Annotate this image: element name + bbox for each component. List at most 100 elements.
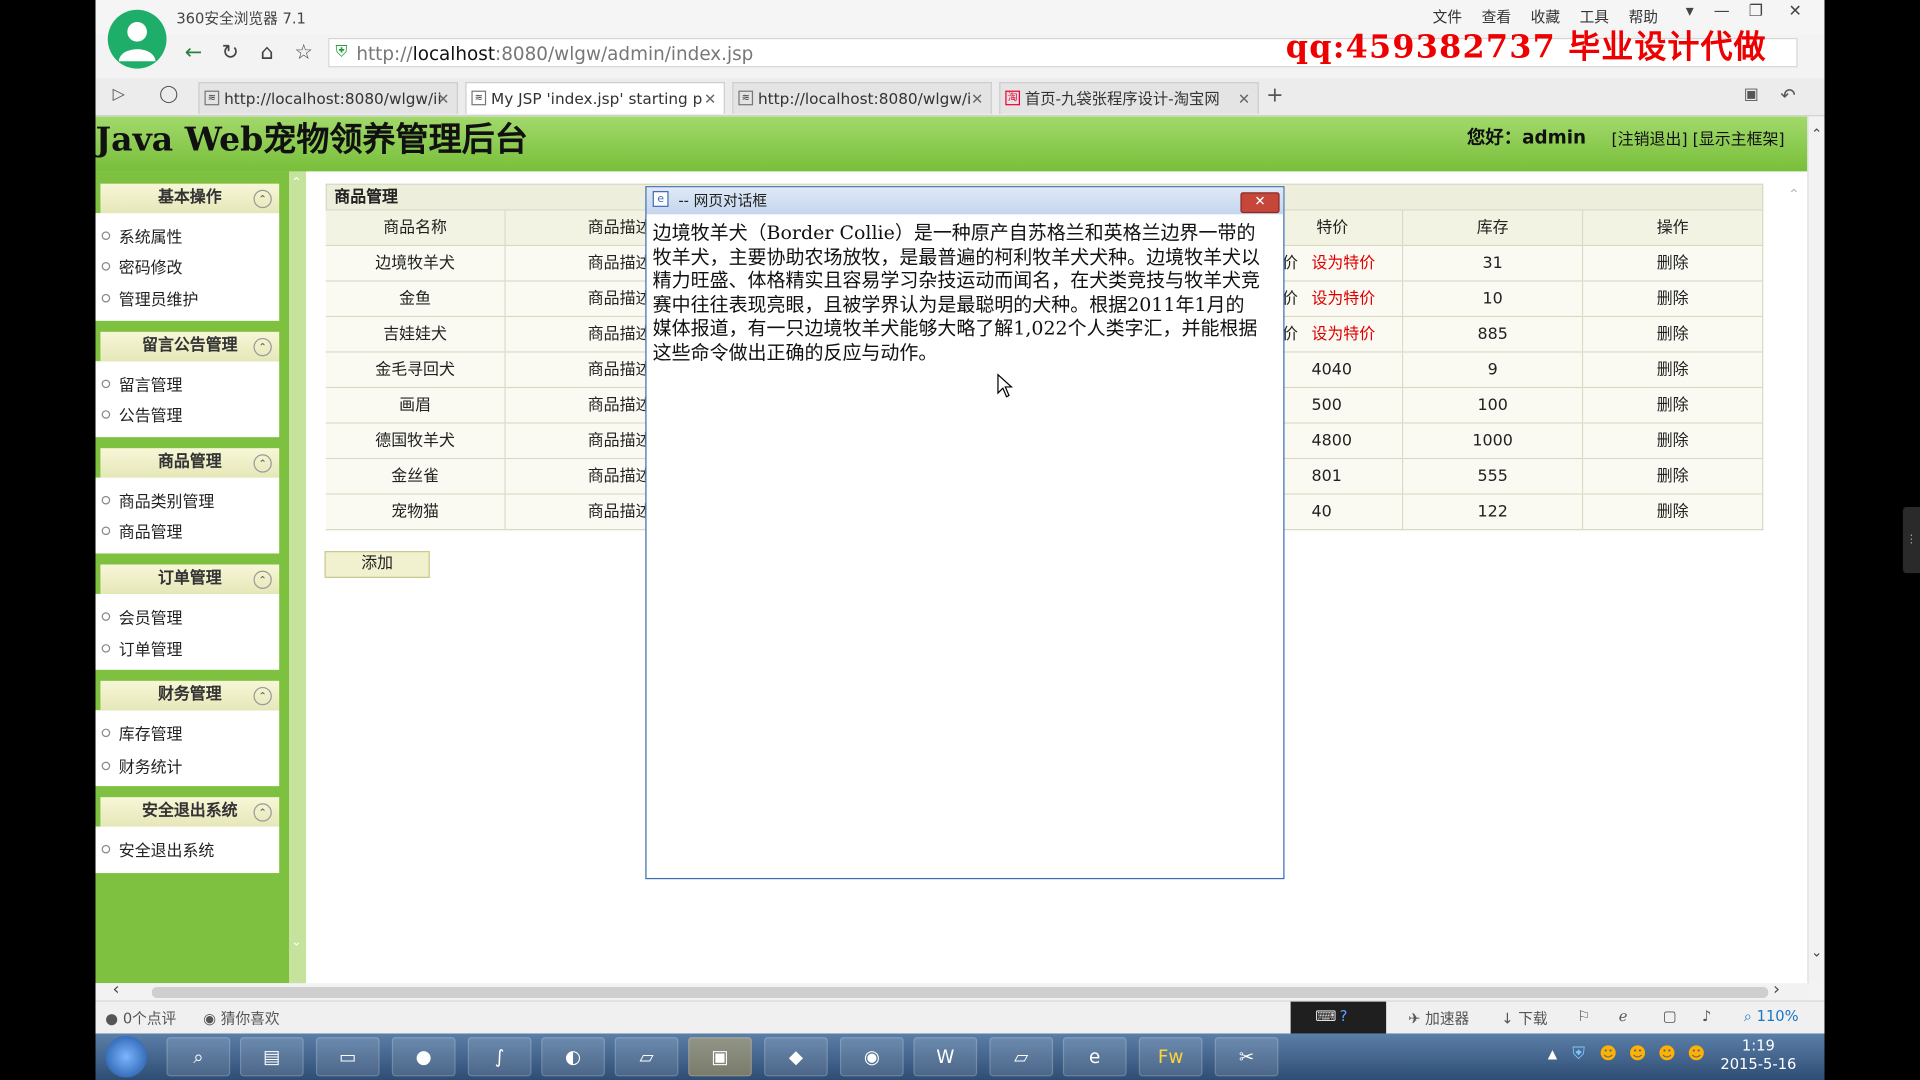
guess-status[interactable]: ◉ 猜你喜欢	[203, 1008, 279, 1029]
delete-link[interactable]: 删除	[1583, 459, 1764, 495]
tab-close-icon[interactable]: ✕	[437, 83, 449, 114]
keyboard-icon[interactable]: ⌨	[1315, 1008, 1336, 1025]
taskbar-tools-icon[interactable]: ✂	[1214, 1037, 1279, 1077]
sidebar-item-admins[interactable]: 管理员维护	[101, 287, 198, 310]
add-button[interactable]: 添加	[324, 551, 430, 578]
flag-icon[interactable]: ⚐	[1577, 1008, 1590, 1025]
sidebar-item-exit[interactable]: 安全退出系统	[101, 838, 214, 861]
taskbar-folder-icon[interactable]: ▤	[240, 1037, 304, 1077]
tray-qq-icon[interactable]: ☻	[1629, 1044, 1647, 1064]
sidebar-item-password[interactable]: 密码修改	[101, 255, 182, 278]
help-icon[interactable]: ?	[1340, 1008, 1348, 1025]
collapse-icon[interactable]: ⌃	[253, 686, 272, 706]
sidebar-section-goods[interactable]: 商品管理 ⌃	[100, 448, 280, 478]
delete-link[interactable]: 删除	[1583, 494, 1764, 531]
star-icon[interactable]: ☆	[289, 39, 318, 66]
chevron-up-icon[interactable]: ⌃	[291, 176, 301, 189]
sidebar-item-messages[interactable]: 留言管理	[101, 372, 182, 396]
undo-close-icon[interactable]: ↶	[1780, 84, 1795, 106]
cell-special[interactable]: 价设为特价	[1280, 246, 1404, 282]
scroll-up-icon[interactable]: ⌃	[1811, 126, 1822, 142]
tab-close-icon[interactable]: ✕	[704, 83, 716, 114]
taskbar-eclipse-icon[interactable]: ∫	[467, 1037, 532, 1077]
accelerator-status[interactable]: ✈ 加速器	[1408, 1008, 1469, 1029]
taskbar-app-icon[interactable]: ●	[391, 1037, 456, 1077]
set-special-link[interactable]: 设为特价	[1311, 290, 1375, 308]
delete-link[interactable]: 删除	[1583, 317, 1764, 353]
taskbar-editor-icon[interactable]: ▱	[989, 1037, 1054, 1077]
taskbar-search-icon[interactable]: ⌕	[166, 1037, 231, 1077]
frame-splitter[interactable]: ⌃ ⌄	[288, 171, 307, 984]
collapse-icon[interactable]: ⌃	[253, 570, 272, 589]
sidebar-section-messages[interactable]: 留言公告管理 ⌃	[100, 331, 280, 362]
sidebar-section-basic[interactable]: 基本操作 ⌃	[100, 183, 280, 214]
tray-qq-icon[interactable]: ☻	[1658, 1044, 1676, 1064]
collapse-icon[interactable]: ⌃	[253, 189, 272, 209]
page-horizontal-scrollbar[interactable]: ‹ ›	[95, 980, 1808, 1001]
ime-toolbar[interactable]: ⌨ ?	[1290, 1001, 1387, 1034]
side-panel-handle[interactable]: ⋮	[1902, 506, 1920, 574]
taskbar-tool-icon[interactable]: ◆	[764, 1037, 828, 1077]
taskbar-notepad-icon[interactable]: ▱	[614, 1037, 679, 1077]
taskbar-browser-icon[interactable]: ◐	[541, 1037, 605, 1077]
sidebar-item-finance-stats[interactable]: 财务统计	[101, 754, 182, 778]
close-icon[interactable]: ✕	[1783, 2, 1807, 20]
sidebar-section-orders[interactable]: 订单管理 ⌃	[100, 564, 280, 594]
dialog-title-bar[interactable]: e -- 网页对话框 ✕	[646, 187, 1284, 215]
delete-link[interactable]: 删除	[1583, 281, 1764, 318]
tray-qq-icon[interactable]: ☻	[1687, 1044, 1705, 1064]
ie-mode-icon[interactable]: ℯ	[1619, 1008, 1628, 1025]
refresh-icon[interactable]: ↻	[216, 39, 245, 66]
window-icon[interactable]: ▢	[1663, 1008, 1677, 1025]
cloud-icon[interactable]: ◯	[159, 84, 178, 104]
page-vertical-scrollbar[interactable]: ⌃ ⌄	[1807, 116, 1826, 984]
cell-special[interactable]: 价设为特价	[1280, 281, 1404, 318]
tray-expand-icon[interactable]: ▲	[1548, 1048, 1557, 1061]
taskbar-active-window-icon[interactable]: ▣	[688, 1037, 752, 1077]
chevron-down-icon[interactable]: ⌄	[291, 936, 301, 949]
back-icon[interactable]: ←	[179, 39, 208, 66]
scroll-left-icon[interactable]: ‹	[113, 980, 120, 1000]
sidebar-item-categories[interactable]: 商品类别管理	[101, 489, 214, 512]
minimize-icon[interactable]: —	[1709, 2, 1733, 20]
restore-icon[interactable]: ❐	[1744, 2, 1768, 20]
system-clock[interactable]: 1:19 2015-5-16	[1709, 1037, 1807, 1074]
home-icon[interactable]: ⌂	[252, 39, 281, 66]
delete-link[interactable]: 删除	[1583, 388, 1764, 424]
sidebar-item-stock[interactable]: 库存管理	[101, 721, 182, 744]
new-tab-button[interactable]: +	[1266, 83, 1283, 107]
tab-close-icon[interactable]: ✕	[971, 83, 983, 114]
tray-shield-icon[interactable]: ⛨	[1572, 1044, 1585, 1064]
tab-close-icon[interactable]: ✕	[1238, 83, 1250, 114]
taskbar-game-icon[interactable]: ◉	[840, 1037, 904, 1077]
scroll-right-icon[interactable]: ›	[1773, 980, 1780, 1000]
sidebar-item-system-props[interactable]: 系统属性	[101, 224, 182, 247]
zoom-status[interactable]: ⌕ 110%	[1744, 1008, 1799, 1026]
skin-icon[interactable]: ▾	[1678, 2, 1702, 20]
start-button[interactable]	[105, 1035, 147, 1078]
set-special-link[interactable]: 设为特价	[1311, 326, 1375, 344]
sidebar-item-goods[interactable]: 商品管理	[101, 519, 182, 542]
taskbar-word-icon[interactable]: W	[913, 1037, 978, 1077]
scroll-thumb[interactable]	[151, 986, 1769, 998]
logout-link[interactable]: [注销退出]	[1611, 131, 1687, 149]
volume-icon[interactable]: ♪	[1702, 1008, 1711, 1025]
dialog-close-button[interactable]: ✕	[1240, 192, 1280, 214]
scroll-down-icon[interactable]: ⌄	[1811, 944, 1822, 960]
sidebar-section-finance[interactable]: 财务管理 ⌃	[100, 680, 280, 711]
delete-link[interactable]: 删除	[1583, 423, 1764, 460]
sidebar-item-orders[interactable]: 订单管理	[101, 637, 182, 660]
sidebar-item-members[interactable]: 会员管理	[101, 605, 182, 628]
taskbar-computer-icon[interactable]: ▭	[315, 1037, 380, 1077]
taskbar-fireworks-icon[interactable]: Fw	[1138, 1037, 1203, 1077]
tab-3[interactable]: ≋ http://localhost:8080/wlgw/i ✕	[732, 82, 992, 114]
collapse-icon[interactable]: ⌃	[253, 337, 272, 357]
collapse-icon[interactable]: ⌃	[253, 454, 272, 473]
collapse-icon[interactable]: ⌃	[253, 803, 272, 822]
sidebar-item-notices[interactable]: 公告管理	[101, 403, 182, 426]
delete-link[interactable]: 删除	[1583, 246, 1764, 282]
window-list-icon[interactable]: ▣	[1744, 86, 1759, 104]
cell-special[interactable]: 价设为特价	[1280, 317, 1404, 353]
show-frame-link[interactable]: [显示主框架]	[1693, 131, 1785, 149]
tab-1[interactable]: ≋ http://localhost:8080/wlgw/ii ✕	[198, 82, 458, 114]
